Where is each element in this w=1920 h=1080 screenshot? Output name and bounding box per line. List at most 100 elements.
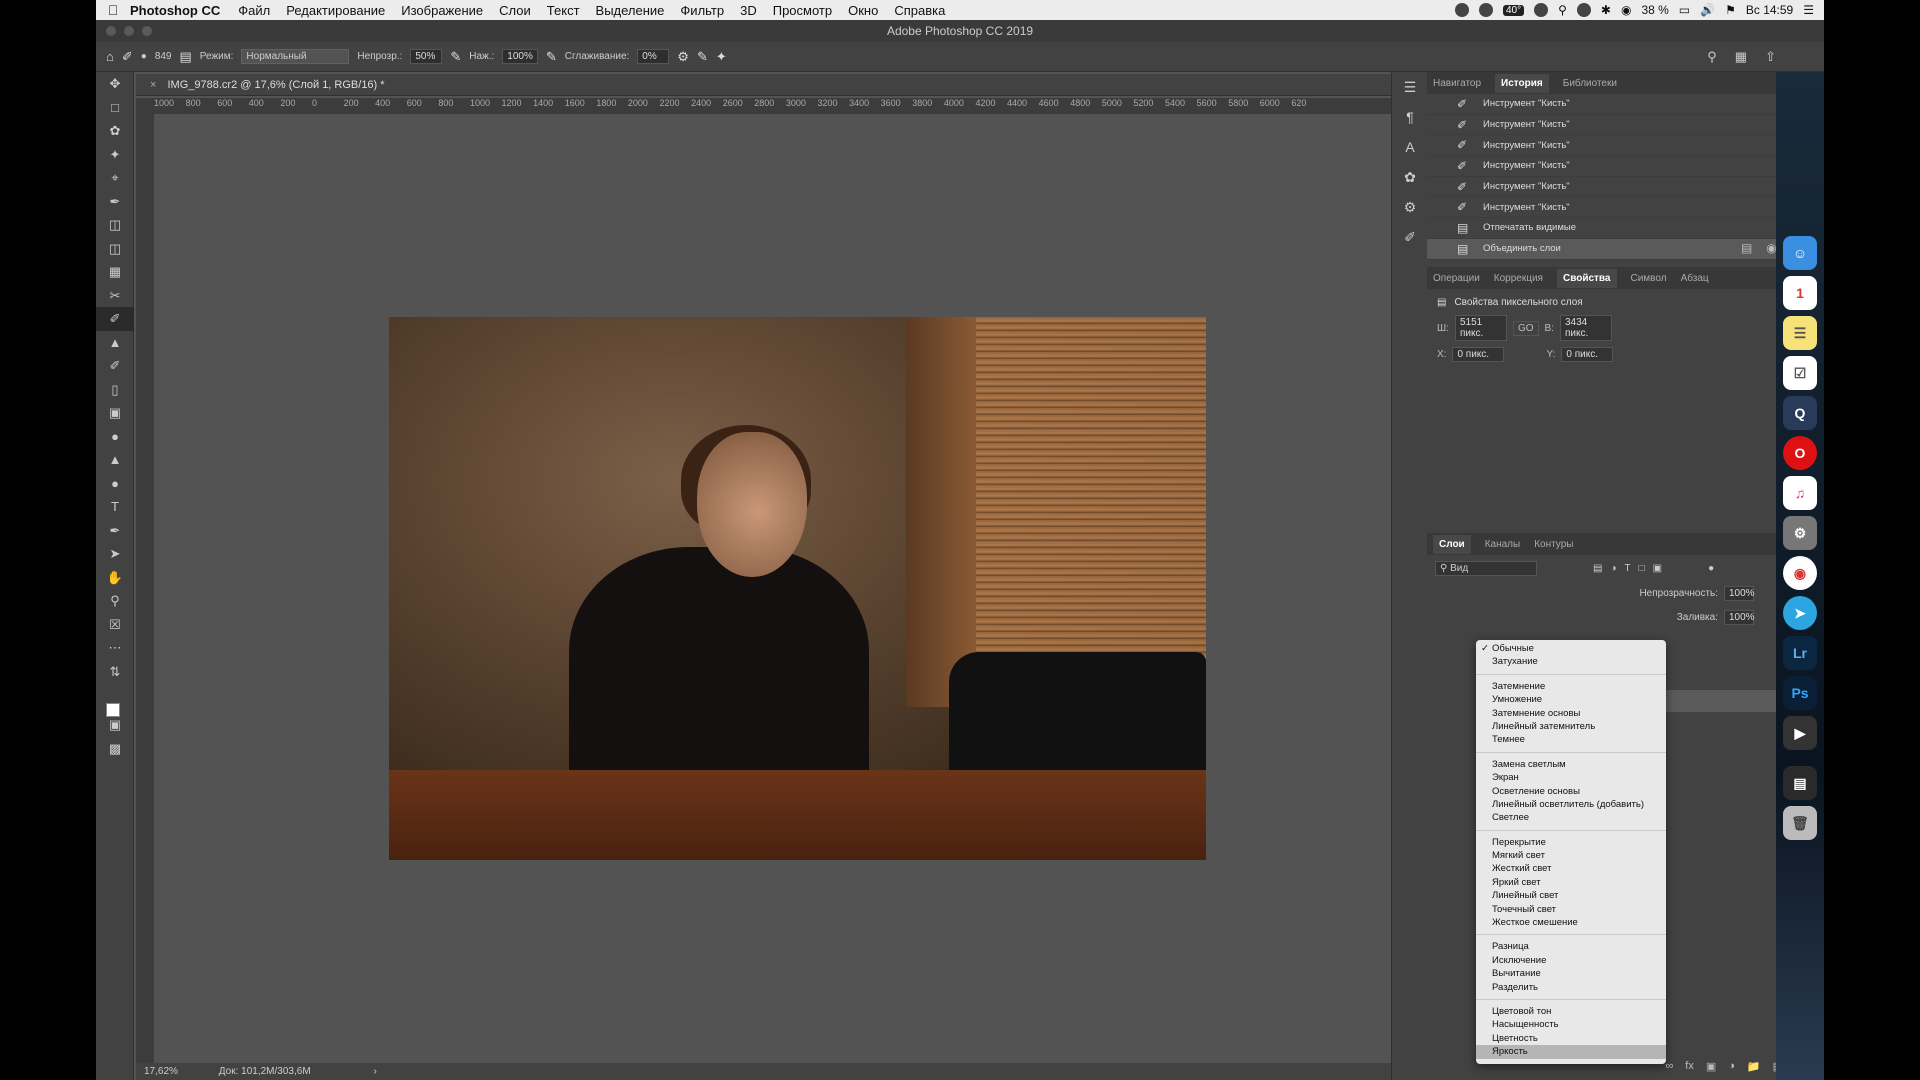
- fx-icon[interactable]: fx: [1685, 1060, 1694, 1080]
- filter-shape-icon[interactable]: □: [1639, 563, 1645, 574]
- content-aware-tool-icon[interactable]: ▦: [96, 260, 134, 284]
- workspace-icon[interactable]: ▦: [1735, 49, 1747, 65]
- history-entry[interactable]: ✐ Инструмент "Кисть": [1427, 94, 1824, 115]
- apple-menu-icon[interactable]: : [96, 2, 130, 18]
- final-cut-icon[interactable]: ▶: [1783, 716, 1817, 750]
- menu-view[interactable]: Просмотр: [773, 3, 832, 18]
- wifi-icon[interactable]: ◉: [1621, 3, 1631, 17]
- sharpen-tool-icon[interactable]: ▲: [96, 448, 134, 472]
- close-document-icon[interactable]: ×: [150, 79, 156, 91]
- history-entry[interactable]: ✐ Инструмент "Кисть": [1427, 197, 1824, 219]
- mode-select[interactable]: Нормальный: [241, 49, 350, 64]
- blend-mode-option[interactable]: Вычитание: [1476, 967, 1666, 980]
- blend-mode-option[interactable]: Насыщенность: [1476, 1018, 1666, 1031]
- menu-3d[interactable]: 3D: [740, 3, 757, 18]
- blend-mode-option[interactable]: Затемнение: [1476, 680, 1666, 693]
- clone-stamp-tool-icon[interactable]: ▲: [96, 331, 134, 355]
- menu-filter[interactable]: Фильтр: [680, 3, 724, 18]
- type-tool-icon[interactable]: T: [96, 495, 134, 519]
- more-tools-icon[interactable]: ⋯: [96, 636, 134, 660]
- menu-window[interactable]: Окно: [848, 3, 878, 18]
- link-layers-icon[interactable]: ∞: [1665, 1060, 1673, 1080]
- layer-filter-select[interactable]: ⚲ Вид: [1435, 560, 1537, 576]
- blend-mode-option[interactable]: Жесткое смешение: [1476, 916, 1666, 929]
- y-field[interactable]: 0 пикс.: [1561, 346, 1614, 362]
- symmetry-icon[interactable]: ✦: [716, 49, 727, 65]
- frame-tool-icon[interactable]: ☒: [96, 613, 134, 637]
- search-icon[interactable]: ⚲: [1707, 49, 1717, 65]
- pressure-opacity-icon[interactable]: ✎: [450, 49, 461, 65]
- status-arrow-icon[interactable]: ›: [373, 1066, 376, 1077]
- history-entry[interactable]: ▤ Отпечатать видимые: [1427, 218, 1824, 239]
- blend-mode-option[interactable]: Цветовой тон: [1476, 1005, 1666, 1018]
- menu-layers[interactable]: Слои: [499, 3, 531, 18]
- pen-tool-icon[interactable]: ✒: [96, 519, 134, 543]
- link-button[interactable]: GO: [1512, 320, 1539, 336]
- blend-mode-option[interactable]: Перекрытие: [1476, 836, 1666, 849]
- brushes-icon[interactable]: ✿: [1392, 162, 1428, 192]
- blend-mode-option[interactable]: Экран: [1476, 771, 1666, 784]
- new-group-icon[interactable]: 📁: [1747, 1060, 1761, 1080]
- opera-icon[interactable]: O: [1783, 436, 1817, 470]
- battery-percent[interactable]: 38 %: [1641, 3, 1668, 17]
- opacity-field[interactable]: 50%: [410, 49, 443, 64]
- search-icon[interactable]: ⚲: [1558, 3, 1567, 17]
- chrome-icon[interactable]: ◉: [1783, 556, 1817, 590]
- downloads-icon[interactable]: ▤: [1783, 766, 1817, 800]
- menu-help[interactable]: Справка: [894, 3, 945, 18]
- menu-text[interactable]: Текст: [547, 3, 580, 18]
- add-mask-icon[interactable]: ▣: [1706, 1060, 1716, 1080]
- hand-tool-icon[interactable]: ✋: [96, 566, 134, 590]
- gear-icon[interactable]: ⚙: [677, 49, 689, 65]
- healing-brush-tool-icon[interactable]: ◫: [96, 213, 134, 237]
- filter-pixel-icon[interactable]: ▤: [1593, 563, 1602, 574]
- foreground-color-swatch[interactable]: [106, 703, 120, 717]
- menu-list-icon[interactable]: ☰: [1803, 3, 1814, 17]
- path-selection-tool-icon[interactable]: ➤: [96, 542, 134, 566]
- adjustment-layer-icon[interactable]: ◑: [1728, 1060, 1735, 1080]
- creative-cloud-icon[interactable]: [1478, 3, 1493, 17]
- tab-actions[interactable]: Операции: [1433, 273, 1480, 284]
- airplay-icon[interactable]: ▭: [1679, 3, 1690, 17]
- blend-mode-option[interactable]: Затемнение основы: [1476, 707, 1666, 720]
- itunes-icon[interactable]: ♫: [1783, 476, 1817, 510]
- eyedropper-tool-icon[interactable]: ✒: [96, 190, 134, 214]
- layer-opacity-field[interactable]: 100%: [1724, 585, 1755, 601]
- blend-mode-option[interactable]: Яркий свет: [1476, 876, 1666, 889]
- pressure-size-icon[interactable]: ✎: [697, 49, 708, 65]
- blend-mode-option[interactable]: Исключение: [1476, 954, 1666, 967]
- history-entry[interactable]: ✐ Инструмент "Кисть": [1427, 115, 1824, 136]
- document-tab[interactable]: × IMG_9788.cr2 @ 17,6% (Слой 1, RGB/16) …: [136, 74, 1391, 96]
- app-menu[interactable]: Photoshop CC: [130, 3, 220, 18]
- document-photo[interactable]: [389, 317, 1206, 860]
- zoom-window-button[interactable]: [142, 26, 152, 36]
- default-colors-icon[interactable]: ⇅: [96, 660, 134, 684]
- blend-mode-option[interactable]: Разница: [1476, 940, 1666, 953]
- character-icon[interactable]: A: [1392, 132, 1428, 162]
- finder-icon[interactable]: ☺: [1783, 236, 1817, 270]
- move-tool-icon[interactable]: ✥: [96, 72, 134, 96]
- photoshop-icon[interactable]: Ps: [1783, 676, 1817, 710]
- doc-size[interactable]: Док: 101,2M/303,6M: [219, 1066, 311, 1077]
- airbrush-icon[interactable]: ✎: [546, 49, 557, 65]
- history-brush-tool-icon[interactable]: ✐: [96, 354, 134, 378]
- blend-mode-option[interactable]: Точечный свет: [1476, 903, 1666, 916]
- filter-smart-icon[interactable]: ▣: [1653, 563, 1662, 574]
- flow-field[interactable]: 100%: [502, 49, 538, 64]
- brush-settings-icon[interactable]: ✐: [1392, 222, 1428, 252]
- temperature-badge[interactable]: 40°: [1502, 4, 1525, 16]
- screen-mode-icon[interactable]: ▩: [96, 737, 134, 761]
- height-field[interactable]: 3434 пикс.: [1559, 315, 1612, 341]
- layer-fill-field[interactable]: 100%: [1724, 609, 1755, 625]
- calendar-icon[interactable]: 1: [1783, 276, 1817, 310]
- blend-mode-option[interactable]: Светлее: [1476, 811, 1666, 824]
- blend-mode-option[interactable]: Обычные: [1476, 642, 1666, 656]
- brush-preset-picker[interactable]: ●: [141, 51, 147, 62]
- siri-icon[interactable]: [1576, 3, 1591, 17]
- layer-comps-icon[interactable]: ☰: [1392, 72, 1428, 102]
- blend-mode-option[interactable]: Разделить: [1476, 981, 1666, 994]
- close-window-button[interactable]: [106, 26, 116, 36]
- gradient-tool-icon[interactable]: ▣: [96, 401, 134, 425]
- tab-history[interactable]: История: [1495, 73, 1549, 93]
- blend-mode-option[interactable]: Умножение: [1476, 693, 1666, 706]
